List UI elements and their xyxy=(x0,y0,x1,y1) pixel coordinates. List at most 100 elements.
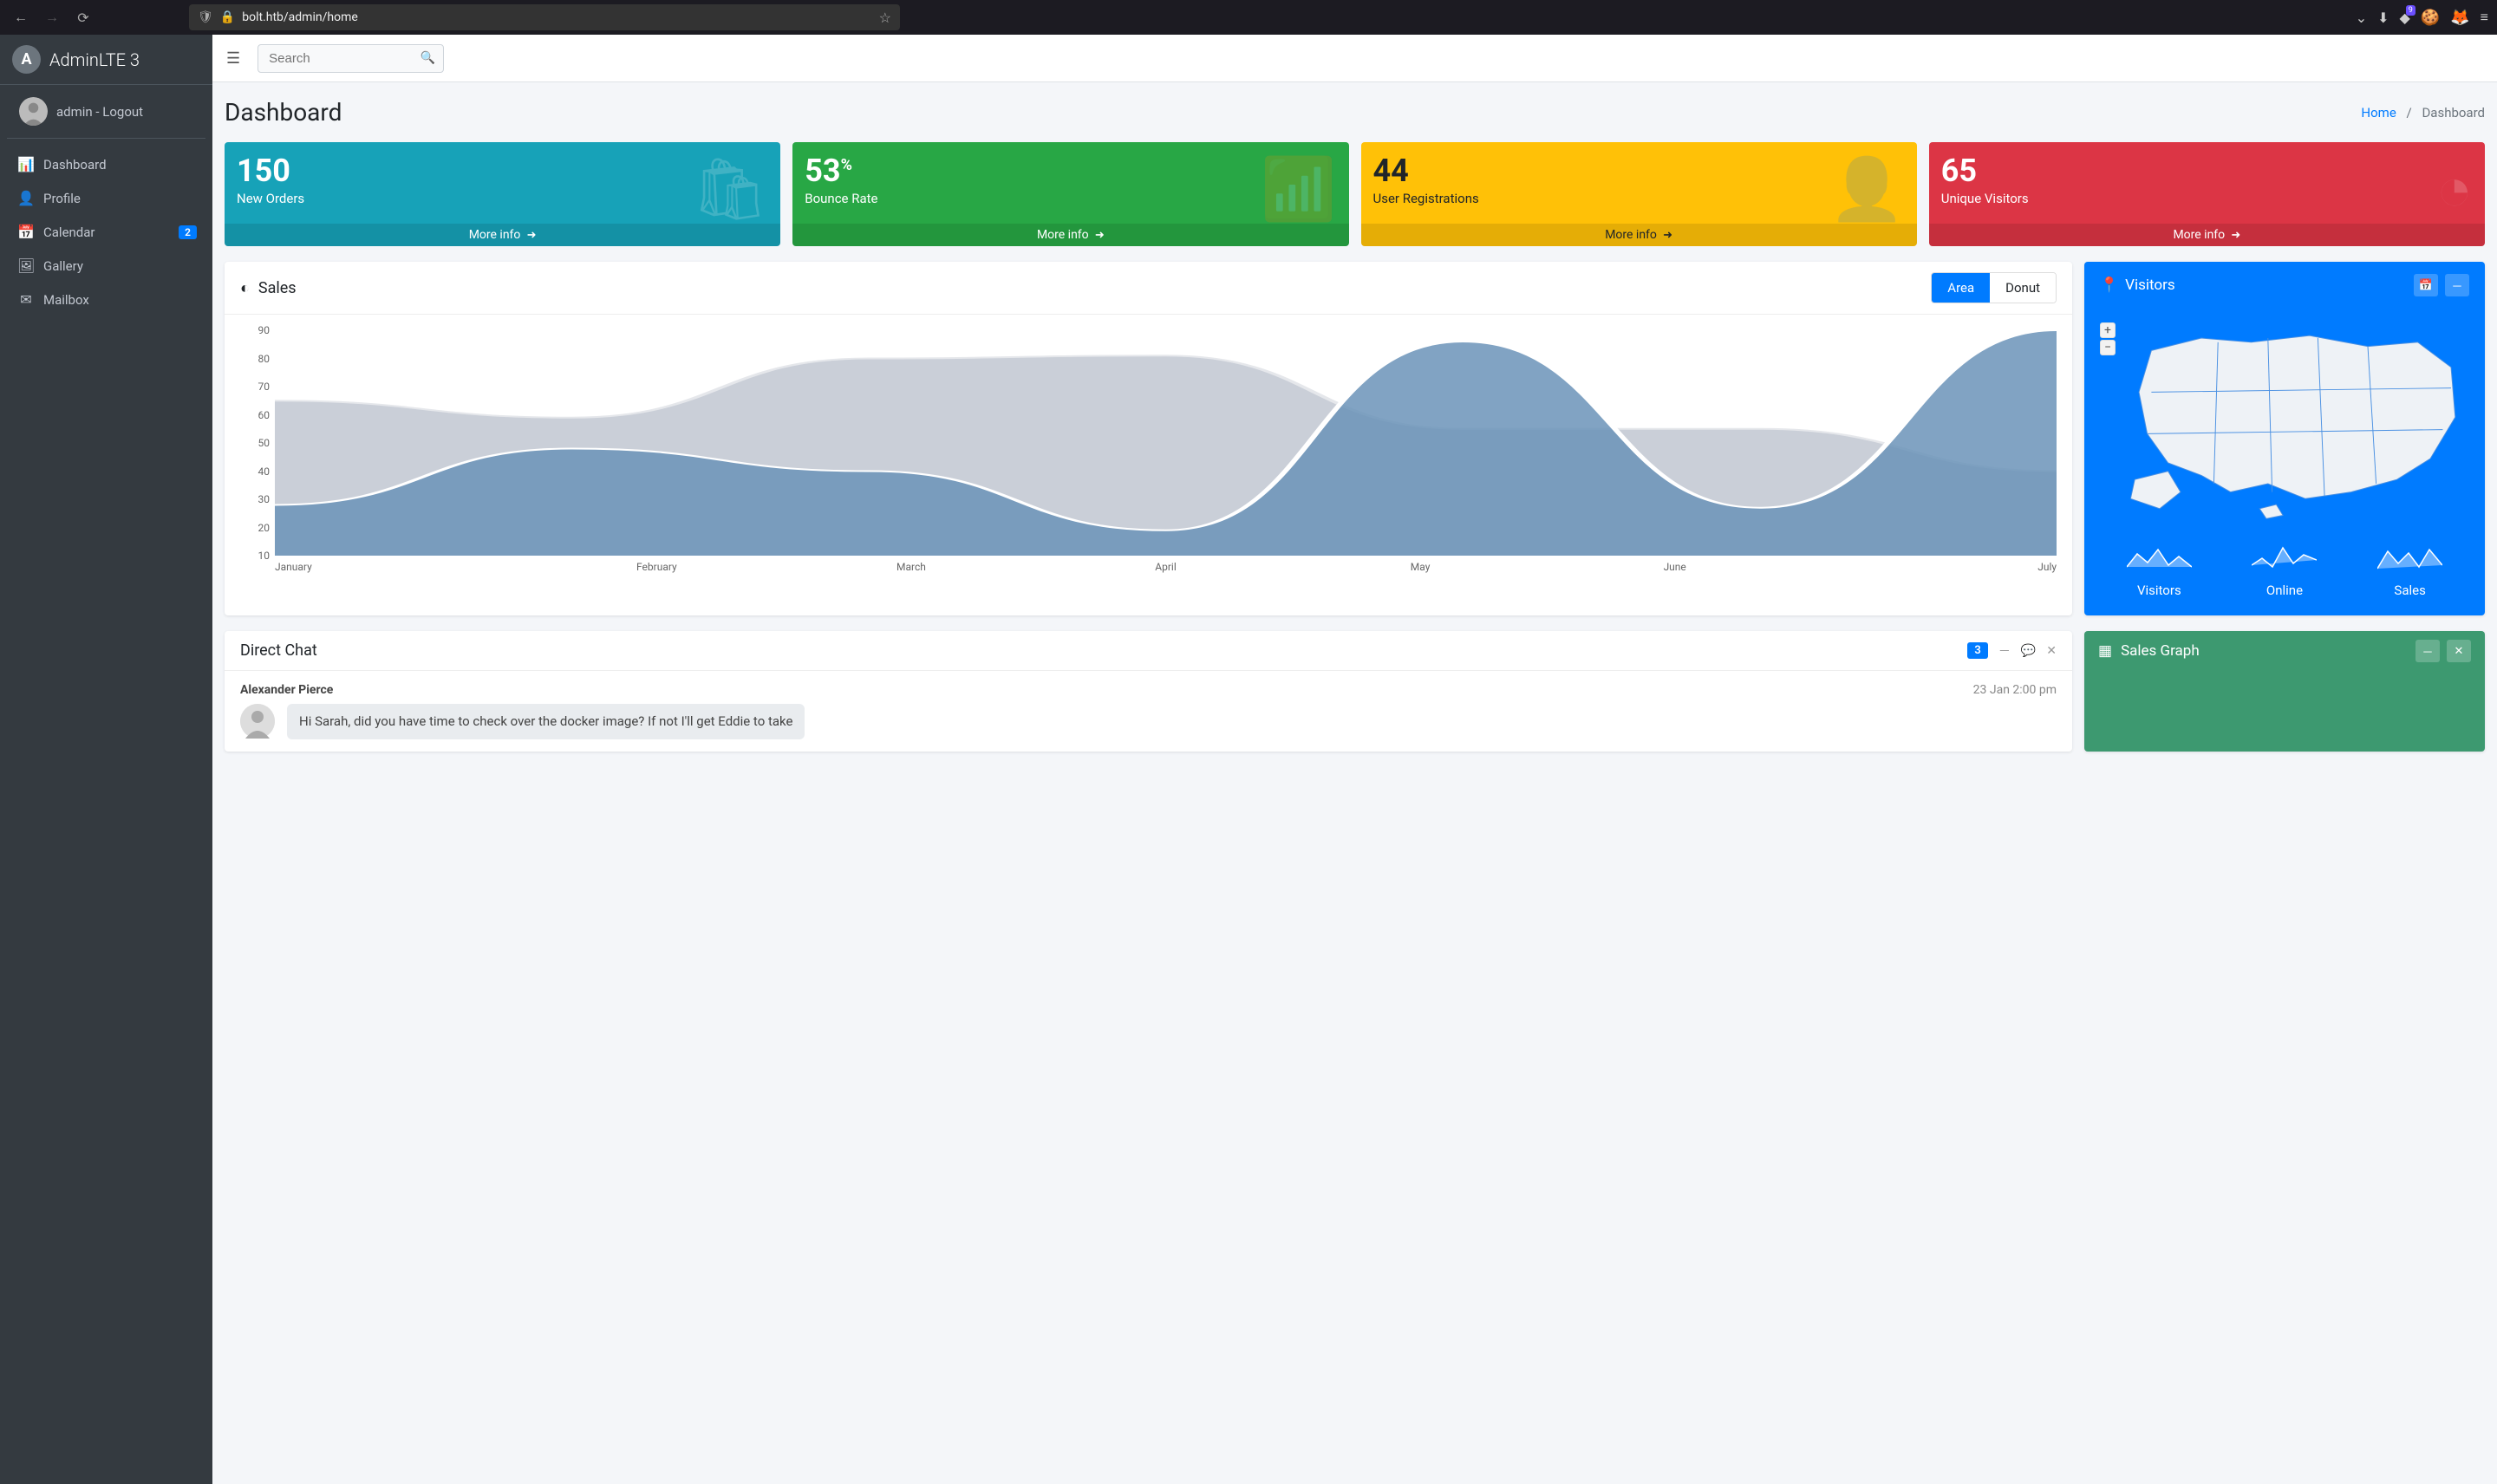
sidebar-item-label: Dashboard xyxy=(43,157,195,172)
shield-icon: 🛡 xyxy=(198,10,213,24)
more-info-link[interactable]: More info ➜ xyxy=(792,224,1348,246)
content-header: Dashboard Home / Dashboard xyxy=(212,82,2497,142)
more-info-link[interactable]: More info ➜ xyxy=(1361,224,1917,246)
collapse-tool-icon[interactable]: － xyxy=(2445,274,2469,296)
stat-label: Unique Visitors xyxy=(1941,191,2473,206)
stat-box-user-registrations: 44 User Registrations 👤 More info ➜ xyxy=(1361,142,1917,246)
brand[interactable]: A AdminLTE 3 xyxy=(0,35,212,85)
comments-tool-icon[interactable]: 💬 xyxy=(2021,644,2036,658)
stat-box-bounce-rate: 53% Bounce Rate 📶 More info ➜ xyxy=(792,142,1348,246)
profile-cookie-icon[interactable]: 🍪 xyxy=(2421,9,2440,27)
breadcrumb-current: Dashboard xyxy=(2422,105,2485,120)
x-tick: April xyxy=(1039,561,1294,573)
x-tick: July xyxy=(1802,561,2057,573)
calendar-badge: 2 xyxy=(179,225,197,239)
pie-chart-icon: ◐ xyxy=(240,279,250,297)
profile-fox-icon[interactable]: 🦊 xyxy=(2450,9,2469,27)
avatar xyxy=(19,97,48,126)
user-icon: 👤 xyxy=(17,190,35,206)
visitors-map[interactable]: + − xyxy=(2084,309,2485,534)
spark-sales: Sales xyxy=(2377,541,2442,598)
arrow-circle-right-icon: ➜ xyxy=(2228,229,2240,242)
card-header: Direct Chat 3 － 💬 ✕ xyxy=(225,631,2072,671)
card-header: ▦ Sales Graph － ✕ xyxy=(2084,631,2485,671)
bookmark-star-icon[interactable]: ☆ xyxy=(879,10,891,26)
map-marker-icon: 📍 xyxy=(2100,277,2118,294)
close-tool-icon[interactable]: ✕ xyxy=(2447,640,2471,662)
pocket-icon[interactable]: ⌄ xyxy=(2356,10,2367,26)
stat-row: 150 New Orders 🛍 More info ➜ 53% Bounce … xyxy=(212,142,2497,246)
spark-label: Visitors xyxy=(2137,583,2181,598)
page-title: Dashboard xyxy=(225,98,342,127)
reload-button[interactable]: ⟳ xyxy=(71,5,95,29)
stat-value: 65 xyxy=(1941,153,2473,189)
stat-label: User Registrations xyxy=(1373,191,1905,206)
stat-value: 53% xyxy=(805,153,1336,189)
brand-text: AdminLTE 3 xyxy=(49,49,140,70)
sidebar-item-gallery[interactable]: 🖼 Gallery xyxy=(7,249,205,283)
calendar-icon: 📅 xyxy=(17,224,35,240)
card-header: 📍 Visitors 📅 － xyxy=(2084,262,2485,309)
extension-icon[interactable]: ◆9 xyxy=(2400,10,2410,26)
sidebar-toggle-icon[interactable]: ☰ xyxy=(226,49,240,68)
direct-chat-card: Direct Chat 3 － 💬 ✕ Alexander Pierce 23 … xyxy=(225,631,2072,752)
card-title: Direct Chat xyxy=(240,641,317,660)
x-tick: January xyxy=(275,561,530,573)
close-tool-icon[interactable]: ✕ xyxy=(2046,644,2057,658)
stat-value: 44 xyxy=(1373,153,1905,189)
calendar-tool-icon[interactable]: 📅 xyxy=(2414,274,2438,296)
arrow-circle-right-icon: ➜ xyxy=(524,229,536,242)
breadcrumb-home[interactable]: Home xyxy=(2361,105,2396,120)
topbar: ☰ 🔍 xyxy=(212,35,2497,82)
envelope-icon: ✉ xyxy=(17,291,35,308)
sidebar-nav: 📊 Dashboard 👤 Profile 📅 Calendar 2 🖼 Gal… xyxy=(0,139,212,325)
map-zoom-out[interactable]: − xyxy=(2100,340,2116,355)
stat-value: 150 xyxy=(237,153,768,189)
sidebar-item-calendar[interactable]: 📅 Calendar 2 xyxy=(7,215,205,249)
stat-box-unique-visitors: 65 Unique Visitors ◔ More info ➜ xyxy=(1929,142,2485,246)
sidebar-item-dashboard[interactable]: 📊 Dashboard xyxy=(7,147,205,181)
collapse-tool-icon[interactable]: － xyxy=(2416,640,2440,662)
main-content: ☰ 🔍 Dashboard Home / Dashboard 150 New O… xyxy=(212,35,2497,1484)
more-info-link[interactable]: More info ➜ xyxy=(1929,224,2485,246)
card-header: ◐ Sales Area Donut xyxy=(225,262,2072,315)
url-bar[interactable]: 🛡 🔒 bolt.htb/admin/home ☆ xyxy=(189,4,900,30)
sidebar-item-label: Mailbox xyxy=(43,292,195,308)
map-zoom-in[interactable]: + xyxy=(2100,322,2116,338)
card-title: Visitors xyxy=(2125,277,2175,294)
sales-chart-body: 908070605040302010 JanuaryFebruaryMarchA… xyxy=(225,315,2072,606)
user-panel[interactable]: admin - Logout xyxy=(7,85,205,139)
chat-body: Alexander Pierce 23 Jan 2:00 pm Hi Sarah… xyxy=(225,671,2072,752)
back-button[interactable]: ← xyxy=(9,5,33,29)
sales-card: ◐ Sales Area Donut 908070605040302010 xyxy=(225,262,2072,615)
search-icon[interactable]: 🔍 xyxy=(421,51,435,65)
sparkline-icon xyxy=(2252,541,2317,576)
breadcrumb: Home / Dashboard xyxy=(2361,105,2485,120)
search-input[interactable] xyxy=(258,44,444,73)
sales-tabs: Area Donut xyxy=(1931,272,2057,303)
card-title: Sales xyxy=(258,279,297,297)
sidebar-item-profile[interactable]: 👤 Profile xyxy=(7,181,205,215)
chat-msg-text: Hi Sarah, did you have time to check ove… xyxy=(287,704,805,739)
collapse-tool-icon[interactable]: － xyxy=(1998,642,2011,660)
sparkline-icon xyxy=(2127,541,2192,576)
forward-button[interactable]: → xyxy=(40,5,64,29)
more-info-link[interactable]: More info ➜ xyxy=(225,224,780,246)
extension-badge: 9 xyxy=(2406,5,2416,16)
sidebar-item-mailbox[interactable]: ✉ Mailbox xyxy=(7,283,205,316)
user-name: admin - Logout xyxy=(56,104,143,120)
x-tick: May xyxy=(1293,561,1548,573)
spark-label: Online xyxy=(2266,583,2303,598)
hamburger-menu-icon[interactable]: ≡ xyxy=(2481,9,2488,26)
lock-icon: 🔒 xyxy=(220,10,235,24)
x-tick: June xyxy=(1548,561,1803,573)
download-icon[interactable]: ⬇ xyxy=(2377,10,2389,26)
tab-donut[interactable]: Donut xyxy=(1990,273,2056,303)
spark-label: Sales xyxy=(2394,583,2425,598)
chat-msg-time: 23 Jan 2:00 pm xyxy=(1973,683,2057,697)
tab-area[interactable]: Area xyxy=(1932,273,1990,303)
chat-msg-name: Alexander Pierce xyxy=(240,683,333,697)
arrow-circle-right-icon: ➜ xyxy=(1660,229,1672,242)
chat-msg: Hi Sarah, did you have time to check ove… xyxy=(240,704,2057,739)
stat-label: Bounce Rate xyxy=(805,191,1336,206)
